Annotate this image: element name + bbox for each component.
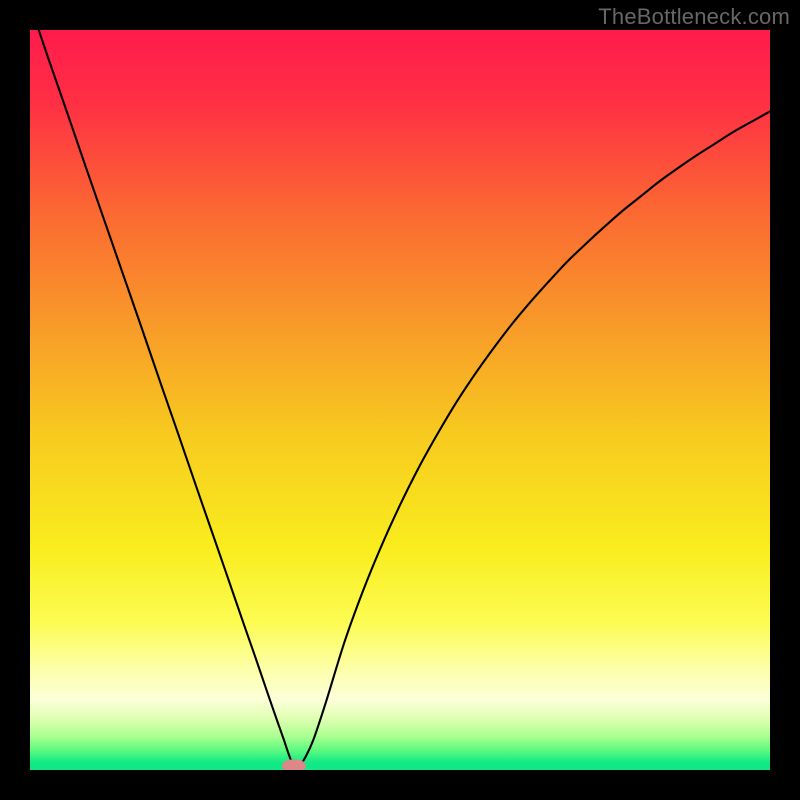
bottleneck-curve (30, 30, 770, 770)
optimum-marker (282, 759, 306, 770)
watermark-text: TheBottleneck.com (598, 4, 790, 30)
plot-area (30, 30, 770, 770)
chart-frame: TheBottleneck.com (0, 0, 800, 800)
